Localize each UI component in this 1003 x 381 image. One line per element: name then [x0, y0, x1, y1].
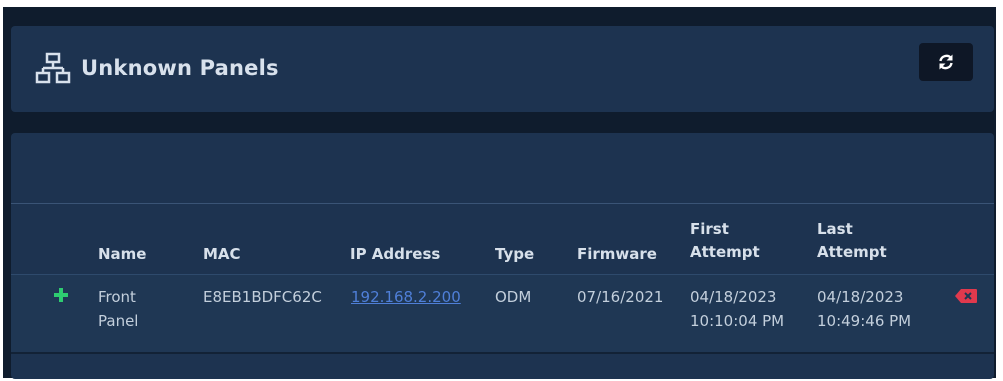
column-header-type: Type [495, 245, 535, 263]
page-title: Unknown Panels [81, 56, 279, 80]
cell-ip-link[interactable]: 192.168.2.200 [351, 285, 461, 309]
delete-icon[interactable] [955, 289, 977, 303]
table-row-divider [11, 352, 994, 354]
column-header-mac: MAC [203, 245, 241, 263]
network-icon [35, 52, 71, 84]
column-header-firmware: Firmware [577, 245, 657, 263]
column-header-first-attempt-line2: Attempt [690, 243, 760, 261]
cell-type: ODM [495, 288, 532, 306]
column-header-last-attempt-line2: Attempt [817, 243, 887, 261]
column-header-last-attempt-line1: Last [817, 220, 853, 238]
column-header-name: Name [98, 245, 147, 263]
table-row: Front Panel E8EB1BDFC62C 192.168.2.200 O… [11, 274, 994, 354]
cell-firmware: 07/16/2021 [577, 288, 664, 306]
cell-first-attempt-time: 10:10:04 PM [690, 312, 785, 330]
title-group: Unknown Panels [35, 50, 279, 86]
cell-last-attempt-time: 10:49:46 PM [817, 312, 912, 330]
table-divider [11, 203, 994, 204]
plus-icon[interactable] [53, 287, 69, 303]
header-card: Unknown Panels [11, 26, 994, 112]
refresh-icon [939, 54, 953, 70]
panels-table: Name MAC IP Address Type Firmware First … [11, 133, 994, 379]
cell-mac: E8EB1BDFC62C [203, 288, 322, 306]
column-header-ip-address: IP Address [350, 245, 441, 263]
refresh-button[interactable] [919, 43, 973, 81]
cell-name-line1: Front [98, 288, 136, 306]
cell-last-attempt-date: 04/18/2023 [817, 288, 904, 306]
column-header-first-attempt-line1: First [690, 220, 729, 238]
page: Unknown Panels Name MAC IP Address Type … [0, 0, 1003, 381]
cell-name-line2: Panel [98, 312, 139, 330]
cell-first-attempt-date: 04/18/2023 [690, 288, 777, 306]
